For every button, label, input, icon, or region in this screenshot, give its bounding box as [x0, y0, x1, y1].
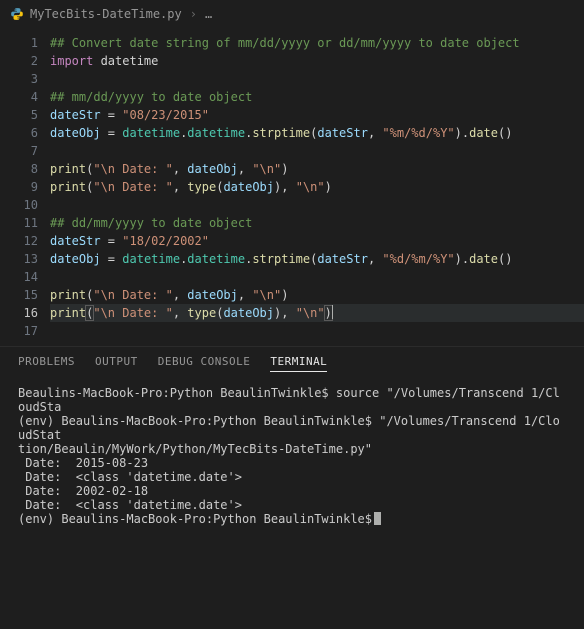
code-area[interactable]: ## Convert date string of mm/dd/yyyy or … — [50, 28, 584, 346]
code-line[interactable] — [50, 142, 584, 160]
code-line[interactable]: print("\n Date: ", dateObj, "\n") — [50, 286, 584, 304]
terminal-line: Date: <class 'datetime.date'> — [18, 470, 566, 484]
python-icon — [10, 7, 24, 21]
code-line[interactable] — [50, 196, 584, 214]
code-line[interactable] — [50, 268, 584, 286]
panel-tabs: PROBLEMS OUTPUT DEBUG CONSOLE TERMINAL — [0, 346, 584, 378]
code-line[interactable]: print("\n Date: ", type(dateObj), "\n") — [50, 304, 584, 322]
line-number: 12 — [0, 232, 38, 250]
breadcrumb-ellipsis[interactable]: … — [205, 7, 212, 21]
line-number: 7 — [0, 142, 38, 160]
line-number: 16 — [0, 304, 38, 322]
terminal-line: Date: <class 'datetime.date'> — [18, 498, 566, 512]
tab-output[interactable]: OUTPUT — [95, 355, 138, 372]
line-gutter: 1234567891011121314151617 — [0, 28, 50, 346]
chevron-right-icon: › — [190, 7, 197, 21]
line-number: 5 — [0, 106, 38, 124]
line-number: 2 — [0, 52, 38, 70]
tab-problems[interactable]: PROBLEMS — [18, 355, 75, 372]
code-line[interactable]: dateStr = "08/23/2015" — [50, 106, 584, 124]
line-number: 9 — [0, 178, 38, 196]
code-line[interactable]: ## mm/dd/yyyy to date object — [50, 88, 584, 106]
tab-debug-console[interactable]: DEBUG CONSOLE — [158, 355, 251, 372]
line-number: 17 — [0, 322, 38, 340]
code-line[interactable]: dateObj = datetime.datetime.strptime(dat… — [50, 250, 584, 268]
line-number: 11 — [0, 214, 38, 232]
code-line[interactable]: import datetime — [50, 52, 584, 70]
tab-terminal[interactable]: TERMINAL — [270, 355, 327, 372]
line-number: 6 — [0, 124, 38, 142]
text-cursor — [332, 305, 333, 319]
terminal-line: tion/Beaulin/MyWork/Python/MyTecBits-Dat… — [18, 442, 566, 456]
terminal-line: Date: 2002-02-18 — [18, 484, 566, 498]
line-number: 14 — [0, 268, 38, 286]
breadcrumb-file-name[interactable]: MyTecBits-DateTime.py — [30, 7, 182, 21]
line-number: 10 — [0, 196, 38, 214]
terminal-line: (env) Beaulins-MacBook-Pro:Python Beauli… — [18, 414, 566, 442]
line-number: 8 — [0, 160, 38, 178]
code-line[interactable]: print("\n Date: ", dateObj, "\n") — [50, 160, 584, 178]
line-number: 13 — [0, 250, 38, 268]
line-number: 1 — [0, 34, 38, 52]
breadcrumb: MyTecBits-DateTime.py › … — [0, 0, 584, 28]
terminal-line: Beaulins-MacBook-Pro:Python BeaulinTwink… — [18, 386, 566, 414]
terminal-cursor — [374, 512, 381, 525]
code-line[interactable] — [50, 70, 584, 88]
code-line[interactable]: print("\n Date: ", type(dateObj), "\n") — [50, 178, 584, 196]
line-number: 4 — [0, 88, 38, 106]
code-line[interactable]: ## dd/mm/yyyy to date object — [50, 214, 584, 232]
terminal-line: (env) Beaulins-MacBook-Pro:Python Beauli… — [18, 512, 566, 526]
code-line[interactable]: dateObj = datetime.datetime.strptime(dat… — [50, 124, 584, 142]
line-number: 3 — [0, 70, 38, 88]
code-editor[interactable]: 1234567891011121314151617 ## Convert dat… — [0, 28, 584, 346]
line-number: 15 — [0, 286, 38, 304]
code-line[interactable] — [50, 322, 584, 340]
terminal-output[interactable]: Beaulins-MacBook-Pro:Python BeaulinTwink… — [0, 378, 584, 629]
code-line[interactable]: dateStr = "18/02/2002" — [50, 232, 584, 250]
terminal-line: Date: 2015-08-23 — [18, 456, 566, 470]
code-line[interactable]: ## Convert date string of mm/dd/yyyy or … — [50, 34, 584, 52]
